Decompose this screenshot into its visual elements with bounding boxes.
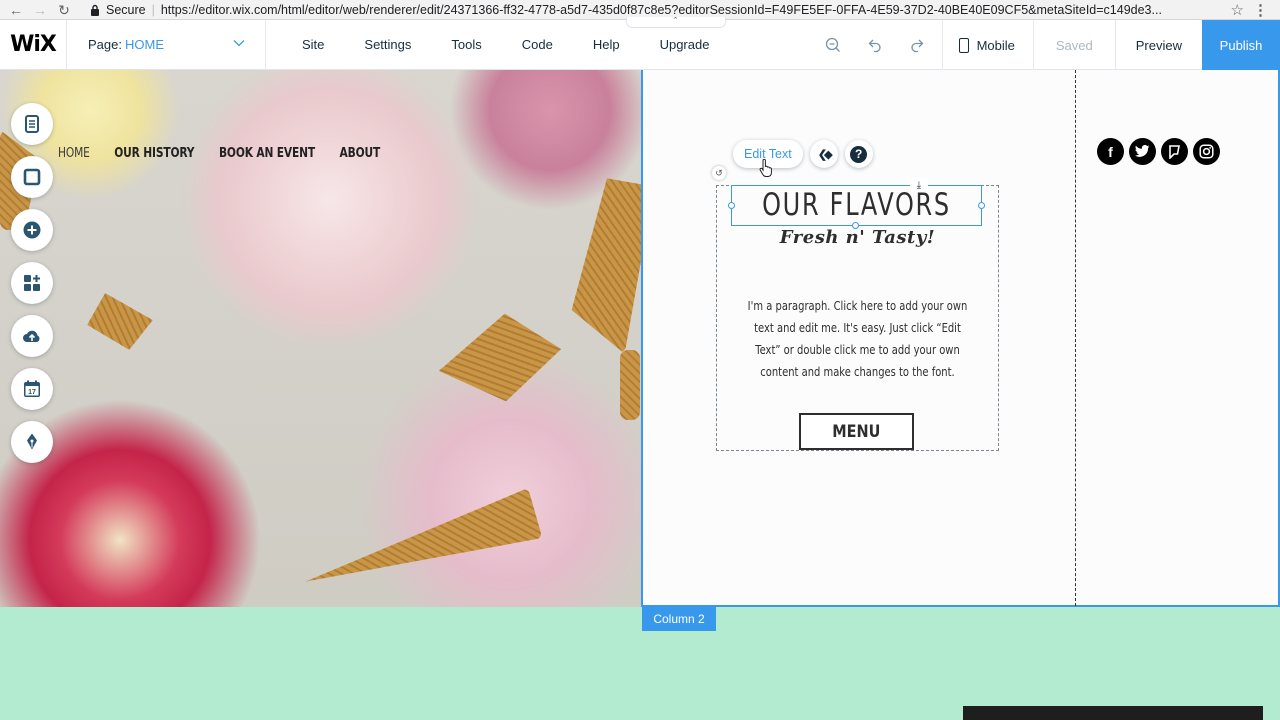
- site-nav-about[interactable]: ABOUT: [340, 146, 381, 161]
- waffle-cone-image: [297, 488, 542, 604]
- menu-button-label: MENU: [832, 421, 881, 442]
- site-nav-our-history[interactable]: OUR HISTORY: [114, 146, 194, 161]
- page-value: HOME: [124, 37, 164, 52]
- menu-button[interactable]: MENU: [799, 413, 914, 450]
- browser-menu-icon[interactable]: ⋮: [1253, 1, 1268, 19]
- menu-upgrade[interactable]: ˆ Upgrade: [625, 17, 730, 52]
- text-edit-toolbar: Edit Text ❮◆ ?: [733, 140, 873, 168]
- collapse-tab-icon[interactable]: ˆ: [625, 17, 726, 28]
- fresh-n-tasty-subtitle[interactable]: Fresh n' Tasty!: [716, 227, 999, 248]
- dark-element-edge: [963, 706, 1263, 720]
- blog-button[interactable]: [11, 421, 53, 463]
- animation-icon: ❮◆: [817, 148, 833, 161]
- social-bar[interactable]: f: [1097, 138, 1225, 165]
- secure-label: Secure: [106, 2, 146, 17]
- add-icon: [23, 221, 41, 239]
- paragraph-text[interactable]: I'm a paragraph. Click here to add your …: [740, 295, 975, 383]
- background-icon: [23, 168, 41, 186]
- app-market-button[interactable]: [11, 262, 53, 304]
- stretch-icon[interactable]: ⤓: [910, 178, 928, 192]
- ice-cream-photo-column[interactable]: HOME OUR HISTORY BOOK AN EVENT ABOUT: [0, 70, 641, 607]
- menu-tools[interactable]: Tools: [431, 37, 501, 52]
- bookings-button[interactable]: 17: [11, 368, 53, 410]
- upload-button[interactable]: [11, 315, 53, 357]
- page-label: Page:: [88, 37, 122, 52]
- waffle-piece-image: [84, 291, 156, 354]
- menu-upgrade-label: Upgrade: [659, 37, 710, 52]
- resize-handle-right[interactable]: [978, 202, 985, 209]
- pages-button[interactable]: [11, 103, 53, 145]
- menu-help[interactable]: Help: [573, 37, 640, 52]
- site-nav-book-an-event[interactable]: BOOK AN EVENT: [219, 146, 315, 161]
- upload-cloud-icon: [23, 330, 40, 342]
- calendar-icon: 17: [24, 380, 40, 397]
- add-button[interactable]: [11, 209, 53, 251]
- editor-canvas[interactable]: HOME OUR HISTORY BOOK AN EVENT ABOUT 17: [0, 70, 1280, 720]
- svg-text:17: 17: [28, 389, 36, 396]
- wix-logo[interactable]: WiX: [0, 20, 66, 70]
- waffle-piece-image: [620, 350, 640, 420]
- column-2-label[interactable]: Column 2: [642, 607, 716, 631]
- hand-pointer-cursor-icon: [759, 159, 772, 177]
- editor-top-bar: WiX Page: HOME Site Settings Tools Code …: [0, 17, 1280, 70]
- site-navigation-menu[interactable]: HOME OUR HISTORY BOOK AN EVENT ABOUT: [58, 146, 405, 161]
- foursquare-icon[interactable]: [1161, 138, 1188, 165]
- waffle-piece-image: [429, 298, 572, 421]
- help-icon: ?: [850, 145, 868, 163]
- selection-box: [731, 185, 982, 226]
- url-text[interactable]: https://editor.wix.com/html/editor/web/r…: [161, 3, 1162, 17]
- waffle-piece-image: [566, 176, 641, 354]
- instagram-icon[interactable]: [1193, 138, 1220, 165]
- mobile-view-button[interactable]: Mobile: [943, 20, 1034, 70]
- next-section-strip[interactable]: [0, 607, 1280, 720]
- editor-tool-rail: 17: [11, 103, 53, 474]
- twitter-icon[interactable]: [1129, 138, 1156, 165]
- forward-arrow-icon[interactable]: →: [28, 0, 52, 20]
- redo-icon[interactable]: [896, 20, 938, 70]
- chevron-down-icon: [233, 39, 245, 46]
- mobile-phone-icon: [958, 37, 969, 53]
- reload-icon[interactable]: ↻: [52, 0, 76, 20]
- resize-handle-left[interactable]: [728, 202, 735, 209]
- pages-icon: [25, 115, 39, 133]
- page-selector[interactable]: Page: HOME: [66, 19, 266, 70]
- undo-icon[interactable]: [854, 20, 896, 70]
- zoom-out-icon[interactable]: [812, 20, 854, 70]
- app-market-icon: [24, 275, 40, 291]
- back-arrow-icon[interactable]: ←: [4, 0, 28, 20]
- animation-button[interactable]: ❮◆: [809, 140, 838, 168]
- top-menu: Site Settings Tools Code Help ˆ Upgrade: [282, 17, 730, 70]
- right-tools: Mobile Saved Preview Publish: [812, 20, 1280, 70]
- mobile-label: Mobile: [976, 37, 1015, 53]
- menu-code[interactable]: Code: [502, 37, 573, 52]
- publish-button[interactable]: Publish: [1202, 20, 1280, 70]
- rotate-handle-icon[interactable]: ↺: [712, 166, 726, 180]
- site-nav-home[interactable]: HOME: [58, 146, 90, 161]
- gridline: [1075, 70, 1076, 606]
- background-button[interactable]: [11, 156, 53, 198]
- pen-nib-icon: [27, 433, 37, 450]
- lock-icon: [91, 4, 99, 16]
- bookmark-star-icon[interactable]: ☆: [1231, 1, 1244, 19]
- url-separator: |: [151, 2, 155, 17]
- saved-status: Saved: [1034, 20, 1116, 70]
- help-button[interactable]: ?: [844, 140, 873, 168]
- facebook-icon[interactable]: f: [1097, 138, 1124, 165]
- menu-site[interactable]: Site: [282, 37, 344, 52]
- menu-settings[interactable]: Settings: [344, 37, 431, 52]
- preview-button[interactable]: Preview: [1116, 20, 1202, 70]
